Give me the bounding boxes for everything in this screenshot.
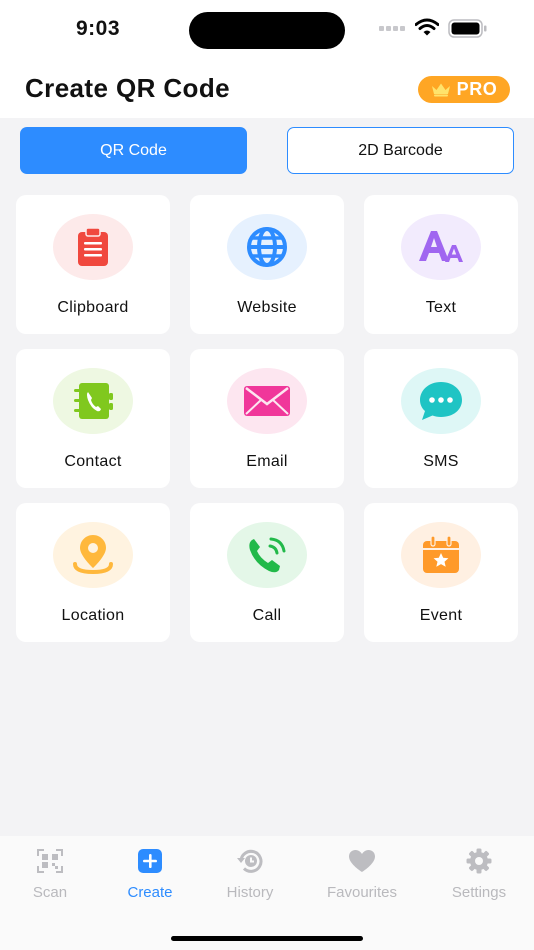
email-card[interactable]: Email	[190, 349, 344, 488]
clipboard-card[interactable]: Clipboard	[16, 195, 170, 334]
sms-card[interactable]: SMS	[364, 349, 518, 488]
location-card[interactable]: Location	[16, 503, 170, 642]
tab-create[interactable]: Create	[97, 836, 203, 916]
history-icon	[237, 849, 263, 873]
tab-favourites-label: Favourites	[326, 884, 398, 901]
location-pin-icon	[73, 535, 113, 575]
tab-scan[interactable]: Scan	[0, 836, 103, 916]
call-icon-bg	[227, 522, 307, 588]
plus-square-icon	[138, 849, 162, 873]
tab-scan-label: Scan	[32, 884, 68, 901]
qr-code-segment[interactable]: QR Code	[20, 127, 247, 174]
tab-favourites[interactable]: Favourites	[309, 836, 415, 916]
email-icon-bg	[227, 368, 307, 434]
tab-create-label: Create	[127, 884, 173, 901]
tab-settings-label: Settings	[451, 884, 507, 901]
heart-icon	[349, 850, 375, 872]
text-icon-bg	[401, 214, 481, 280]
tab-bar: Scan Create History Favourites Settings	[0, 836, 534, 950]
tab-history-label: History	[226, 884, 274, 901]
qr-scan-icon	[37, 849, 63, 873]
clipboard-icon-bg	[53, 214, 133, 280]
call-label: Call	[252, 607, 282, 624]
pro-upgrade-button[interactable]: PRO	[418, 76, 510, 103]
call-card[interactable]: Call	[190, 503, 344, 642]
battery-icon	[448, 19, 487, 38]
page-title: Create QR Code	[25, 73, 230, 103]
home-indicator	[171, 936, 363, 941]
event-icon-bg	[401, 522, 481, 588]
top-area: 9:03 Create QR Code PRO	[0, 0, 534, 118]
pro-label: PRO	[456, 79, 498, 99]
envelope-icon	[244, 386, 290, 416]
dynamic-island	[189, 12, 345, 49]
sms-icon-bg	[401, 368, 481, 434]
clipboard-icon	[78, 227, 108, 266]
contact-book-icon	[74, 383, 113, 419]
website-label: Website	[237, 299, 297, 316]
tab-history[interactable]: History	[197, 836, 303, 916]
globe-icon	[247, 227, 287, 267]
location-label: Location	[61, 607, 125, 624]
website-icon-bg	[227, 214, 307, 280]
website-card[interactable]: Website	[190, 195, 344, 334]
contact-label: Contact	[64, 453, 122, 470]
contact-icon-bg	[53, 368, 133, 434]
text-label: Text	[425, 299, 457, 316]
text-card[interactable]: Text	[364, 195, 518, 334]
barcode-segment[interactable]: 2D Barcode	[287, 127, 514, 174]
tab-settings[interactable]: Settings	[426, 836, 532, 916]
status-bar: 9:03	[0, 0, 534, 60]
event-label: Event	[419, 607, 463, 624]
phone-icon	[249, 537, 286, 573]
event-card[interactable]: Event	[364, 503, 518, 642]
text-icon	[419, 231, 463, 262]
status-time: 9:03	[76, 17, 121, 40]
crown-icon	[431, 83, 450, 97]
clipboard-label: Clipboard	[57, 299, 129, 316]
wifi-icon	[415, 18, 439, 36]
calendar-icon	[423, 535, 459, 573]
chat-bubble-icon	[420, 382, 462, 420]
cellular-signal-icon	[379, 26, 405, 31]
email-label: Email	[246, 453, 288, 470]
location-icon-bg	[53, 522, 133, 588]
gear-icon	[466, 848, 492, 874]
contact-card[interactable]: Contact	[16, 349, 170, 488]
sms-label: SMS	[423, 453, 459, 470]
